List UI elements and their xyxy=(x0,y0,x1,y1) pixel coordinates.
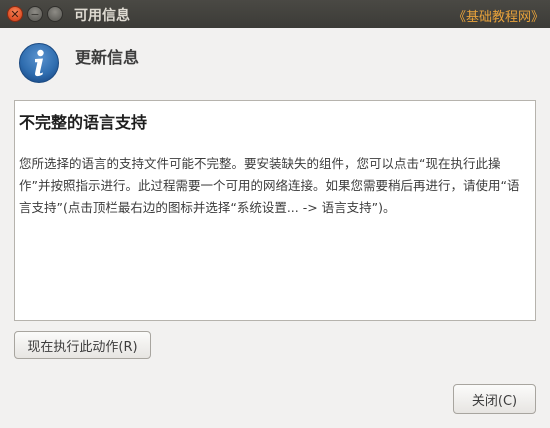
title-bar[interactable]: ✕ − 可用信息 《基础教程网》 xyxy=(0,0,550,28)
info-icon xyxy=(18,42,60,84)
message-title: 不完整的语言支持 xyxy=(19,113,148,132)
window-title: 可用信息 xyxy=(74,8,130,24)
minimize-window-button[interactable]: − xyxy=(27,6,43,22)
message-panel: 不完整的语言支持 您所选择的语言的支持文件可能不完整。要安装缺失的组件，您可以点… xyxy=(14,100,536,321)
minimize-icon: − xyxy=(30,7,40,21)
close-button[interactable]: 关闭(C) xyxy=(453,384,536,414)
close-icon: ✕ xyxy=(10,7,20,21)
header-title: 更新信息 xyxy=(75,48,140,67)
watermark-text: 《基础教程网》 xyxy=(452,10,544,25)
dialog-window: ✕ − 可用信息 《基础教程网》 更新信息 不完整的语言支持 您所选择的语言的支… xyxy=(0,0,550,428)
maximize-window-button[interactable] xyxy=(47,6,63,22)
close-window-button[interactable]: ✕ xyxy=(7,6,23,22)
message-body: 您所选择的语言的支持文件可能不完整。要安装缺失的组件，您可以点击“现在执行此操作… xyxy=(19,156,520,215)
run-action-now-button[interactable]: 现在执行此动作(R) xyxy=(14,331,151,359)
